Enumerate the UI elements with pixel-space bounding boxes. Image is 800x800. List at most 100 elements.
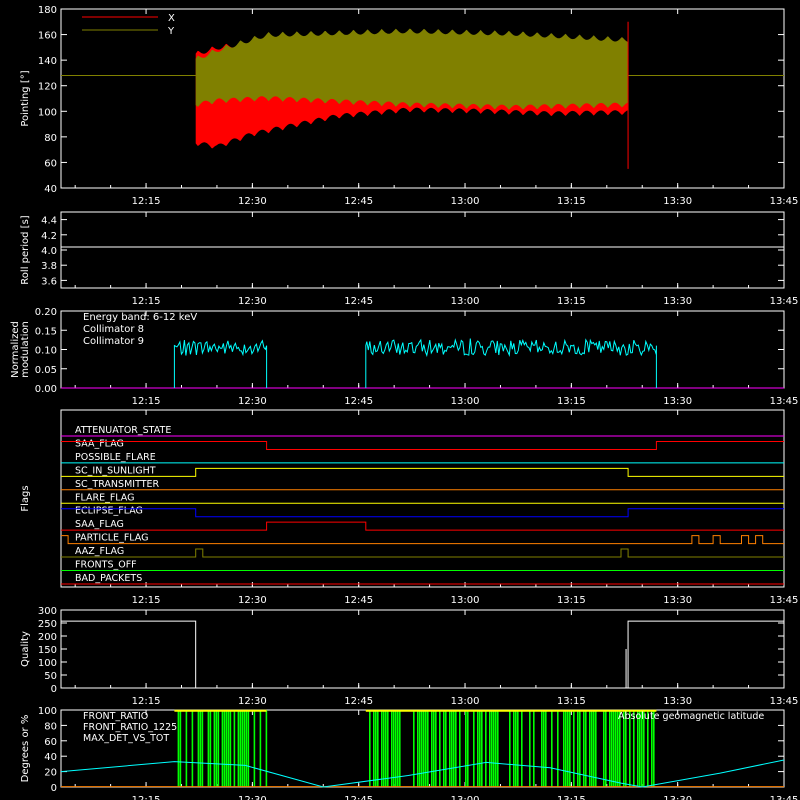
flag-line	[61, 548, 784, 558]
legend-label: Absolute geomagnetic latitude	[618, 711, 764, 722]
series-collimator-8	[173, 339, 268, 388]
flag-label: AAZ_FLAG	[75, 546, 124, 557]
x-tick-label: 12:45	[344, 196, 373, 207]
x-tick-label: 13:30	[663, 595, 692, 606]
y-axis-label: Pointing [°]	[20, 70, 31, 126]
panel-3: 12:15 12:30 12:45 13:00 13:15 13:30 13:45 0.00 0…	[10, 307, 798, 407]
y-tick-label: 4.0	[41, 246, 57, 257]
flag-label: SC_TRANSMITTER	[75, 479, 160, 490]
x-tick-label: 13:30	[663, 795, 692, 800]
x-tick-label: 12:45	[344, 595, 373, 606]
x-tick-label: 12:30	[238, 595, 267, 606]
x-tick-label: 13:45	[770, 696, 799, 707]
y-tick-label: 160	[38, 31, 57, 42]
flag-label: ATTENUATOR_STATE	[75, 425, 171, 436]
y-tick-label: 20	[44, 768, 57, 779]
panel-6: 12:15 12:30 12:45 13:00 13:15 13:30 13:45 0 20 40…	[20, 706, 798, 800]
x-tick-label: 12:15	[132, 396, 161, 407]
y-tick-label: 60	[44, 737, 57, 748]
y-tick-label: 60	[44, 158, 57, 169]
plot-frame	[60, 211, 785, 289]
x-tick-label: 12:30	[238, 696, 267, 707]
flag-label: PARTICLE_FLAG	[75, 533, 148, 544]
x-tick-label: 13:00	[451, 795, 480, 800]
x-tick-label: 12:45	[344, 396, 373, 407]
legend-label: FRONT_RATIO_1225	[83, 722, 177, 733]
x-tick-label: 13:00	[451, 296, 480, 307]
series-quality	[61, 620, 784, 689]
panel-5: 12:15 12:30 12:45 13:00 13:15 13:30 13:45 0 50 10…	[20, 606, 798, 707]
flag-line	[61, 535, 784, 545]
legend-label: Collimator 8	[83, 324, 144, 335]
y-tick-label: 140	[38, 56, 57, 67]
chart-figure: 12:15 12:30 12:45 13:00 13:15 13:30 13:45 40 60 8…	[10, 5, 799, 800]
x-tick-label: 13:45	[770, 595, 799, 606]
plot-frame	[60, 609, 785, 689]
y-tick-label: 0.05	[35, 365, 57, 376]
panel-1: 12:15 12:30 12:45 13:00 13:15 13:30 13:45 40 60 8…	[20, 5, 798, 207]
y-tick-label: 100	[38, 658, 57, 669]
x-tick-label: 12:15	[132, 696, 161, 707]
flag-label: BAD_PACKETS	[75, 573, 142, 584]
flag-label: FLARE_FLAG	[75, 492, 135, 503]
legend-label: MAX_DET_VS_TOT	[83, 733, 169, 744]
y-tick-label: 200	[38, 632, 57, 643]
y-tick-label: 80	[44, 721, 57, 732]
x-tick-label: 13:15	[557, 196, 586, 207]
legend-label: X	[168, 13, 175, 24]
x-tick-label: 12:15	[132, 795, 161, 800]
x-tick-label: 12:15	[132, 595, 161, 606]
x-tick-label: 13:45	[770, 795, 799, 800]
x-tick-label: 13:00	[451, 696, 480, 707]
y-tick-label: 0.20	[35, 307, 57, 318]
flag-line	[61, 521, 784, 531]
x-tick-label: 13:00	[451, 396, 480, 407]
y-tick-label: 50	[44, 671, 57, 682]
legend-label: FRONT_RATIO	[83, 711, 148, 722]
panel-4: 12:15 12:30 12:45 13:00 13:15 13:30 13:45 Flags…	[20, 409, 799, 606]
x-tick-label: 13:30	[663, 396, 692, 407]
flag-label: SAA_FLAG	[75, 438, 124, 449]
legend-label: Collimator 9	[83, 336, 144, 347]
legend-label: Energy band: 6-12 keV	[83, 312, 197, 323]
x-tick-label: 12:30	[238, 296, 267, 307]
flag-line	[61, 467, 784, 477]
x-tick-label: 13:15	[557, 595, 586, 606]
x-tick-label: 13:30	[663, 196, 692, 207]
x-tick-label: 13:45	[770, 296, 799, 307]
y-tick-label: 40	[44, 752, 57, 763]
y-tick-label: 0.10	[35, 346, 57, 357]
flag-label: FRONTS_OFF	[75, 560, 137, 571]
y-tick-label: 300	[38, 606, 57, 617]
x-tick-label: 12:45	[344, 696, 373, 707]
panel-2: 12:15 12:30 12:45 13:00 13:15 13:30 13:45 3.6 3.…	[20, 211, 799, 307]
x-tick-label: 13:15	[557, 396, 586, 407]
y-tick-label: 180	[38, 5, 57, 16]
x-tick-label: 13:15	[557, 296, 586, 307]
y-tick-label: 80	[44, 133, 57, 144]
x-tick-label: 12:30	[238, 795, 267, 800]
y-axis-label: Quality	[20, 631, 31, 667]
y-tick-label: 3.6	[41, 276, 57, 287]
x-tick-label: 12:45	[344, 795, 373, 800]
series-collimator-8	[365, 338, 657, 388]
flag-label: SC_IN_SUNLIGHT	[75, 465, 156, 476]
y-axis-label: Roll period [s]	[20, 215, 31, 284]
y-tick-label: 250	[38, 619, 57, 630]
y-tick-label: 0	[51, 783, 57, 794]
x-tick-label: 13:30	[663, 696, 692, 707]
y-tick-label: 4.2	[41, 231, 57, 242]
x-tick-label: 13:00	[451, 196, 480, 207]
flag-label: ECLIPSE_FLAG	[75, 506, 143, 517]
flag-line	[61, 440, 784, 450]
x-tick-label: 13:15	[557, 795, 586, 800]
y-tick-label: 0.00	[35, 384, 57, 395]
x-tick-label: 13:45	[770, 196, 799, 207]
x-tick-label: 12:30	[238, 196, 267, 207]
y-tick-label: 4.4	[41, 216, 57, 227]
x-tick-label: 13:45	[770, 396, 799, 407]
y-tick-label: 150	[38, 645, 57, 656]
plot-frame	[60, 409, 785, 588]
x-tick-label: 12:15	[132, 196, 161, 207]
legend-label: Y	[167, 26, 175, 37]
